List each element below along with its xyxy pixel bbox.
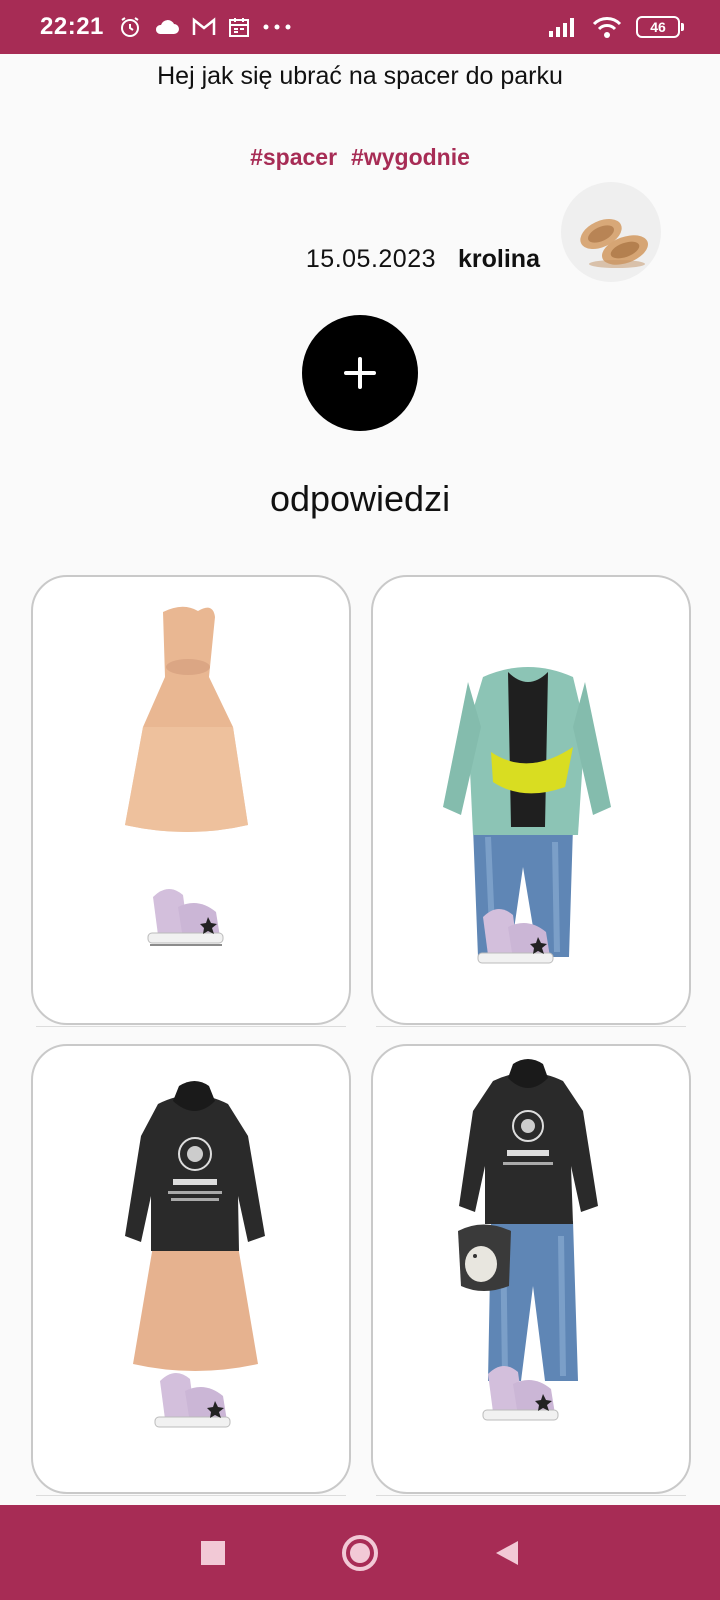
status-icons-left bbox=[118, 15, 292, 39]
answer-card[interactable] bbox=[371, 1044, 691, 1494]
battery-icon: 46 bbox=[636, 16, 684, 38]
recent-apps-button[interactable] bbox=[183, 1523, 243, 1583]
alarm-icon bbox=[120, 17, 139, 37]
card-divider bbox=[376, 1026, 686, 1027]
status-icons-right: 46 bbox=[548, 16, 684, 38]
home-icon bbox=[341, 1534, 378, 1571]
sandals-avatar-icon bbox=[580, 218, 648, 268]
signal-icon bbox=[549, 18, 574, 37]
post-author[interactable]: krolina bbox=[458, 245, 540, 274]
outfit-hoodie-skirt-icon bbox=[125, 1081, 265, 1428]
wifi-icon bbox=[592, 17, 622, 38]
post-tags: #spacer #wygodnie bbox=[0, 144, 720, 171]
answer-card[interactable] bbox=[31, 1044, 351, 1494]
answers-title: odpowiedzi bbox=[269, 478, 451, 519]
outfit-hoodie-jeans-bag-icon bbox=[458, 1059, 598, 1421]
gmail-icon bbox=[192, 17, 216, 35]
home-button[interactable] bbox=[330, 1523, 390, 1583]
back-button[interactable] bbox=[477, 1523, 537, 1583]
back-icon bbox=[495, 1540, 518, 1565]
recent-apps-icon bbox=[201, 1540, 226, 1565]
post-question: Hej jak się ubrać na spacer do parku bbox=[157, 62, 563, 90]
post-meta: 15.05.2023 krolina bbox=[306, 245, 540, 274]
calendar-icon bbox=[228, 18, 249, 37]
cloud-icon bbox=[155, 20, 179, 34]
navigation-bar bbox=[0, 1505, 720, 1600]
tag-wygodnie[interactable]: #wygodnie bbox=[351, 144, 470, 171]
card-divider bbox=[376, 1495, 686, 1496]
card-divider bbox=[36, 1495, 346, 1496]
more-icon bbox=[263, 24, 291, 30]
outfit-dress-sneakers-icon bbox=[125, 606, 248, 946]
answer-card[interactable] bbox=[371, 575, 691, 1025]
status-time: 22:21 bbox=[40, 13, 104, 40]
status-bar: 22:21 46 bbox=[0, 0, 720, 54]
plus-icon bbox=[344, 357, 376, 389]
card-divider bbox=[36, 1026, 346, 1027]
answer-card[interactable] bbox=[31, 575, 351, 1025]
author-avatar[interactable] bbox=[561, 182, 661, 282]
outfit-cardigan-jeans-beltbag-icon bbox=[443, 667, 611, 964]
battery-level: 46 bbox=[650, 19, 666, 35]
add-answer-button[interactable] bbox=[302, 315, 418, 431]
post-date: 15.05.2023 bbox=[305, 245, 437, 273]
tag-spacer[interactable]: #spacer bbox=[250, 144, 337, 171]
